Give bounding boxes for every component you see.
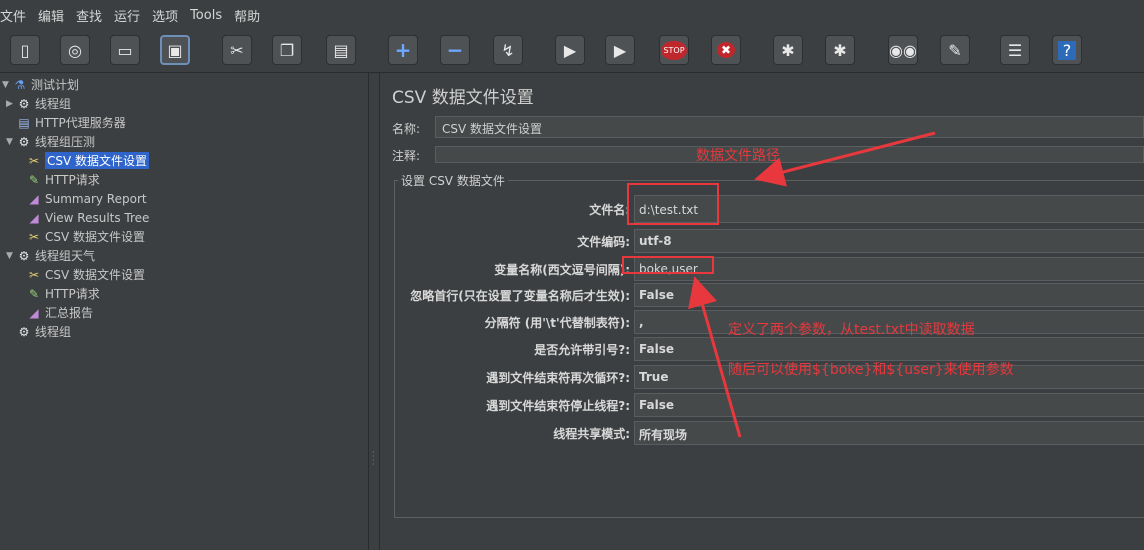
arrow-to-filename: [754, 131, 936, 187]
annotation-arrows: [688, 131, 936, 438]
arrow-to-varnames: [688, 276, 742, 438]
